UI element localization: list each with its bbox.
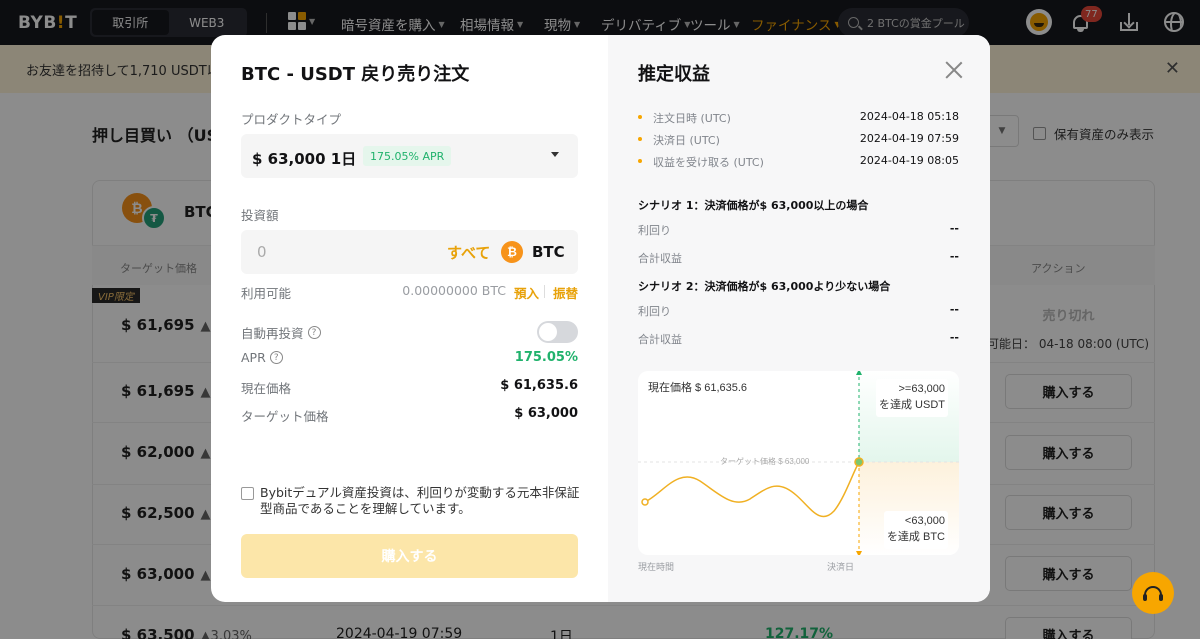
yield-value: -- — [949, 222, 959, 235]
target-price-row: ターゲット価格 $ 63,000 — [241, 406, 578, 424]
below-line-2: を達成 BTC — [887, 530, 945, 543]
invest-amount-label: 投資額 — [241, 208, 279, 223]
target-price-value: $ 63,000 — [514, 406, 578, 421]
help-icon[interactable]: ? — [307, 326, 321, 339]
help-icon[interactable]: ? — [269, 351, 283, 364]
transfer-link[interactable]: 振替 — [553, 283, 578, 302]
panel-title: 推定収益 — [638, 64, 710, 85]
time-label: 決済日 (UTC) — [653, 134, 720, 147]
time-value: 2024-04-19 08:05 — [859, 154, 959, 167]
target-price-label: ターゲット価格 — [241, 409, 329, 424]
amount-placeholder: 0 — [257, 243, 267, 261]
time-row: 収益を受け取る (UTC) 2024-04-19 08:05 — [638, 154, 959, 170]
yield-value: -- — [949, 303, 959, 316]
available-value: 0.00000000 BTC — [402, 283, 506, 298]
auto-reinvest-label: 自動再投資 — [241, 326, 304, 341]
x-start-label: 現在時間 — [638, 563, 675, 573]
time-label: 注文日時 (UTC) — [653, 112, 731, 125]
start-point — [641, 498, 649, 506]
payoff-svg: 現在価格 $ 61,635.6 ターゲット価格 $ 63,000 >=63,00… — [638, 371, 959, 555]
coin-name: BTC — [532, 243, 565, 261]
yield-label: 利回り — [638, 305, 671, 318]
bullet — [638, 115, 642, 119]
current-price-label: 現在価格 — [241, 381, 292, 396]
apr-row: APR? 175.05% — [241, 350, 578, 368]
current-price-value: $ 61,635.6 — [500, 378, 578, 393]
above-line-1: >=63,000 — [899, 383, 946, 395]
divider — [544, 285, 545, 298]
current-price-row: 現在価格 $ 61,635.6 — [241, 378, 578, 396]
agree-checkbox[interactable] — [241, 487, 254, 500]
bullet — [638, 137, 642, 141]
risk-agreement: Bybitデュアル資産投資は、利回りが変動する元本非保証型商品であることを理解し… — [241, 485, 581, 517]
product-type-select[interactable]: $ 63,000 1日 175.05% APR — [241, 134, 578, 178]
time-value: 2024-04-18 05:18 — [859, 110, 959, 123]
scenario-2-total: 合計収益 -- — [638, 331, 959, 347]
modal-title: BTC - USDT 戻り売り注文 — [241, 64, 470, 85]
product-value: $ 63,000 1日 — [252, 150, 357, 168]
target-point — [854, 457, 864, 467]
x-end-label: 決済日 — [827, 563, 855, 573]
invest-amount-input[interactable]: 0 すべて ₿ BTC — [241, 230, 578, 274]
scenario-1-total: 合計収益 -- — [638, 250, 959, 266]
auto-reinvest-toggle[interactable] — [537, 321, 578, 343]
support-headset-icon[interactable] — [1132, 572, 1174, 614]
close-icon[interactable] — [945, 61, 963, 79]
product-type-label: プロダクトタイプ — [241, 112, 342, 127]
below-line-1: <63,000 — [905, 515, 945, 527]
btc-coin-icon: ₿ — [501, 241, 523, 263]
scenario-2-yield: 利回り -- — [638, 303, 959, 319]
max-all-button[interactable]: すべて — [447, 242, 490, 263]
estimated-earnings-panel: 推定収益 注文日時 (UTC) 2024-04-18 05:18 決済日 (UTC… — [608, 35, 990, 602]
apr-label: APR — [241, 350, 266, 365]
total-value: -- — [949, 250, 959, 263]
apr-tag: 175.05% APR — [363, 146, 452, 166]
yield-label: 利回り — [638, 224, 671, 237]
total-label: 合計収益 — [638, 333, 682, 346]
current-price-text: 現在価格 $ 61,635.6 — [648, 380, 747, 394]
auto-reinvest-row: 自動再投資? — [241, 323, 578, 341]
buy-button[interactable]: 購入する — [241, 534, 578, 578]
above-line-2: を達成 USDT — [879, 398, 945, 411]
time-value: 2024-04-19 07:59 — [859, 132, 959, 145]
scenario-1-title: シナリオ 1：決済価格が$ 63,000以上の場合 — [638, 199, 869, 212]
order-form: BTC - USDT 戻り売り注文 プロダクトタイプ $ 63,000 1日 1… — [211, 35, 608, 602]
bullet — [638, 159, 642, 163]
chevron-down-icon — [551, 152, 559, 157]
sell-high-order-modal: BTC - USDT 戻り売り注文 プロダクトタイプ $ 63,000 1日 1… — [211, 35, 990, 602]
scenario-2-title: シナリオ 2：決済価格が$ 63,000より少ない場合 — [638, 280, 891, 293]
payoff-illustration: 現在価格 $ 61,635.6 ターゲット価格 $ 63,000 >=63,00… — [638, 371, 959, 555]
target-price-text: ターゲット価格 $ 63,000 — [720, 456, 810, 466]
available-balance-row: 利用可能 0.00000000 BTC 預入 振替 — [241, 283, 578, 302]
deposit-link[interactable]: 預入 — [514, 283, 539, 302]
time-label: 収益を受け取る (UTC) — [653, 156, 764, 169]
time-row: 決済日 (UTC) 2024-04-19 07:59 — [638, 132, 959, 148]
available-label: 利用可能 — [241, 286, 292, 301]
apr-value: 175.05% — [514, 350, 578, 365]
total-label: 合計収益 — [638, 252, 682, 265]
price-curve — [644, 461, 860, 518]
total-value: -- — [949, 331, 959, 344]
agree-text: Bybitデュアル資産投資は、利回りが変動する元本非保証型商品であることを理解し… — [260, 485, 580, 516]
scenario-1-yield: 利回り -- — [638, 222, 959, 238]
time-row: 注文日時 (UTC) 2024-04-18 05:18 — [638, 110, 959, 126]
